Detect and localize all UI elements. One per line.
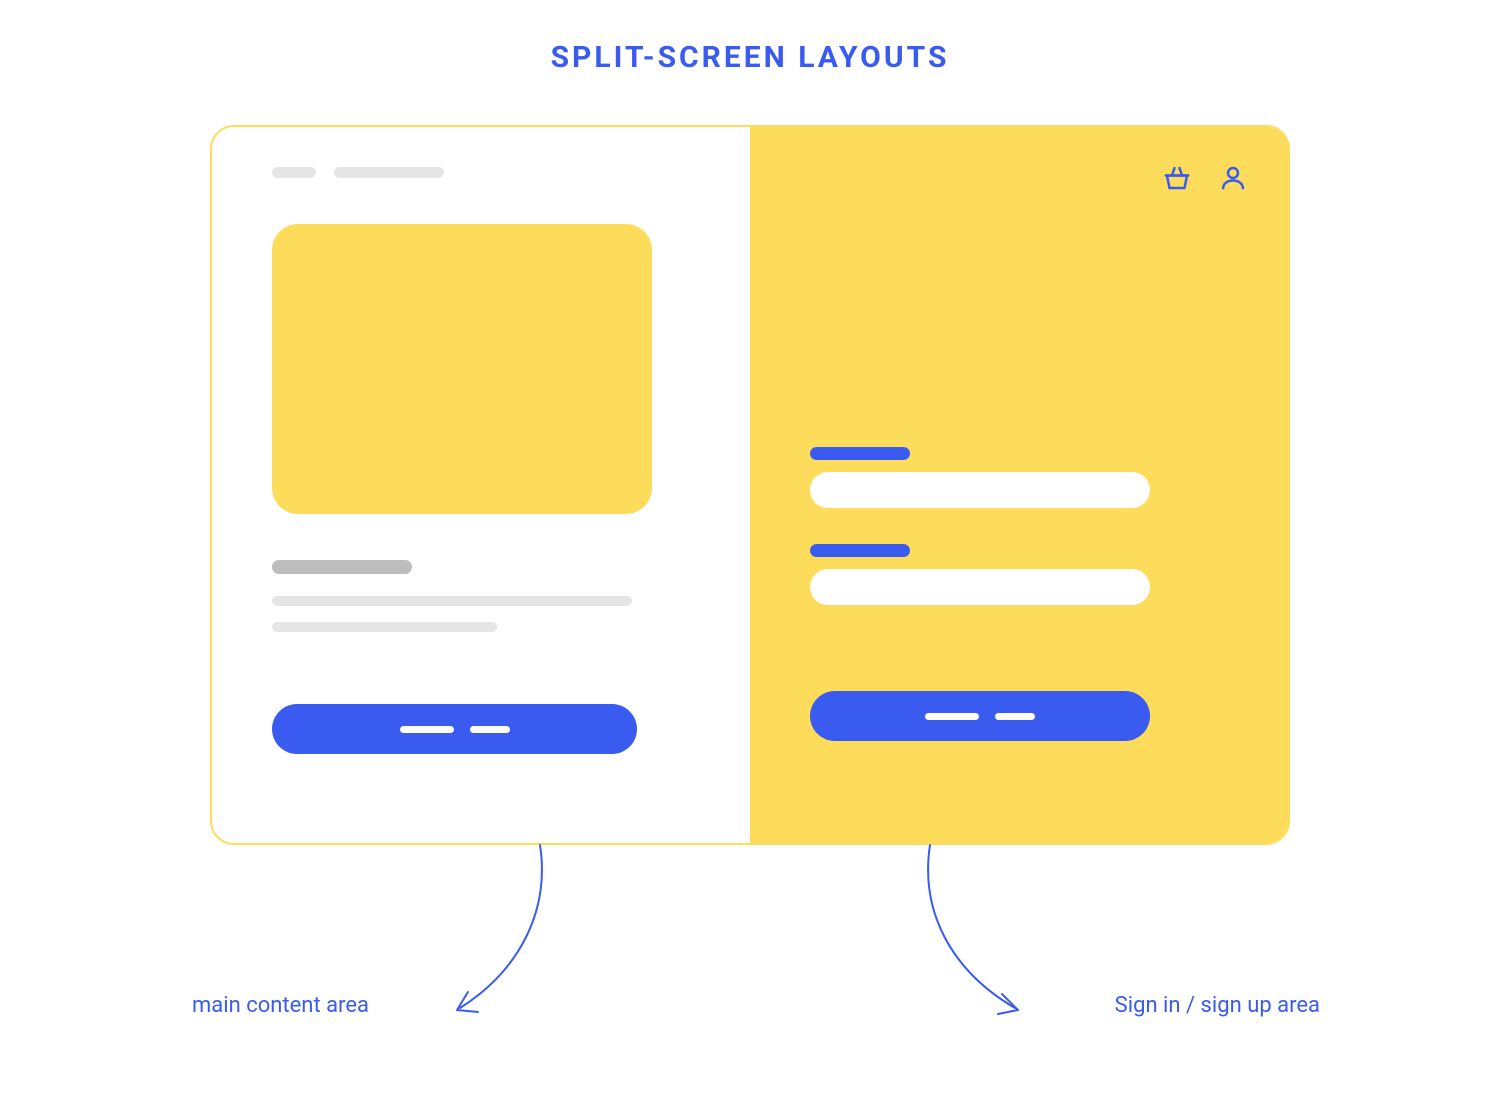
split-screen-mockup [210, 125, 1290, 845]
button-label-placeholder [925, 713, 979, 720]
nav-placeholder [272, 167, 700, 178]
button-label-placeholder [995, 713, 1035, 720]
annotations-area: main content area Sign in / sign up area [210, 845, 1290, 1035]
right-annotation-label: Sign in / sign up area [1115, 993, 1320, 1018]
form-field-1 [810, 447, 1248, 508]
arrow-right-icon [890, 840, 1070, 1030]
button-label-placeholder [400, 726, 454, 733]
left-annotation-label: main content area [192, 993, 369, 1018]
text-input-placeholder[interactable] [810, 569, 1150, 605]
body-text-placeholder [272, 596, 632, 606]
text-block-placeholder [272, 560, 700, 632]
signin-cta-button[interactable] [810, 691, 1150, 741]
header-icons [810, 163, 1248, 197]
main-content-panel [212, 127, 750, 843]
primary-cta-button[interactable] [272, 704, 637, 754]
hero-image-placeholder [272, 224, 652, 514]
field-label-placeholder [810, 447, 910, 460]
basket-icon[interactable] [1162, 163, 1192, 197]
arrow-left-icon [410, 840, 590, 1030]
form-field-2 [810, 544, 1248, 605]
body-text-placeholder [272, 622, 497, 632]
field-label-placeholder [810, 544, 910, 557]
user-icon[interactable] [1218, 163, 1248, 197]
text-input-placeholder[interactable] [810, 472, 1150, 508]
heading-placeholder [272, 560, 412, 574]
signin-signup-panel [750, 127, 1288, 843]
page-title: SPLIT-SCREEN LAYOUTS [551, 40, 950, 75]
button-label-placeholder [470, 726, 510, 733]
nav-item-placeholder [272, 167, 316, 178]
nav-item-placeholder [334, 167, 444, 178]
